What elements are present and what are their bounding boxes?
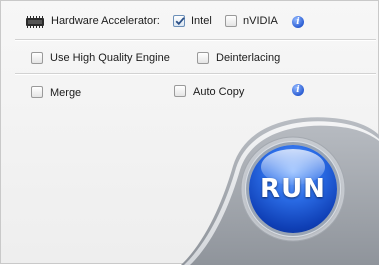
settings-panel: Hardware Accelerator: Intel nVIDIA i Use… [0,0,379,265]
run-button-label: RUN [260,174,326,204]
run-area-background [181,117,379,265]
run-button[interactable]: RUN [249,145,337,233]
